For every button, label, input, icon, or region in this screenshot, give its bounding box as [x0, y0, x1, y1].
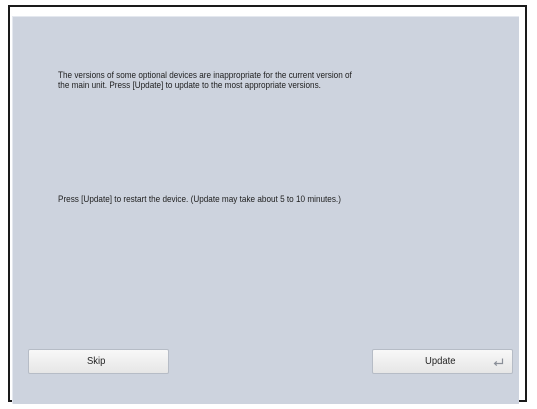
skip-button[interactable]: Skip	[28, 349, 169, 374]
enter-return-icon	[493, 358, 504, 367]
skip-button-label: Skip	[87, 355, 106, 367]
update-button[interactable]: Update	[372, 349, 513, 374]
version-warning-line-2: the main unit. Press [Update] to update …	[58, 80, 321, 91]
version-warning-message: The versions of some optional devices ar…	[58, 71, 352, 91]
restart-message: Press [Update] to restart the device. (U…	[58, 194, 341, 205]
update-button-label: Update	[425, 355, 456, 367]
